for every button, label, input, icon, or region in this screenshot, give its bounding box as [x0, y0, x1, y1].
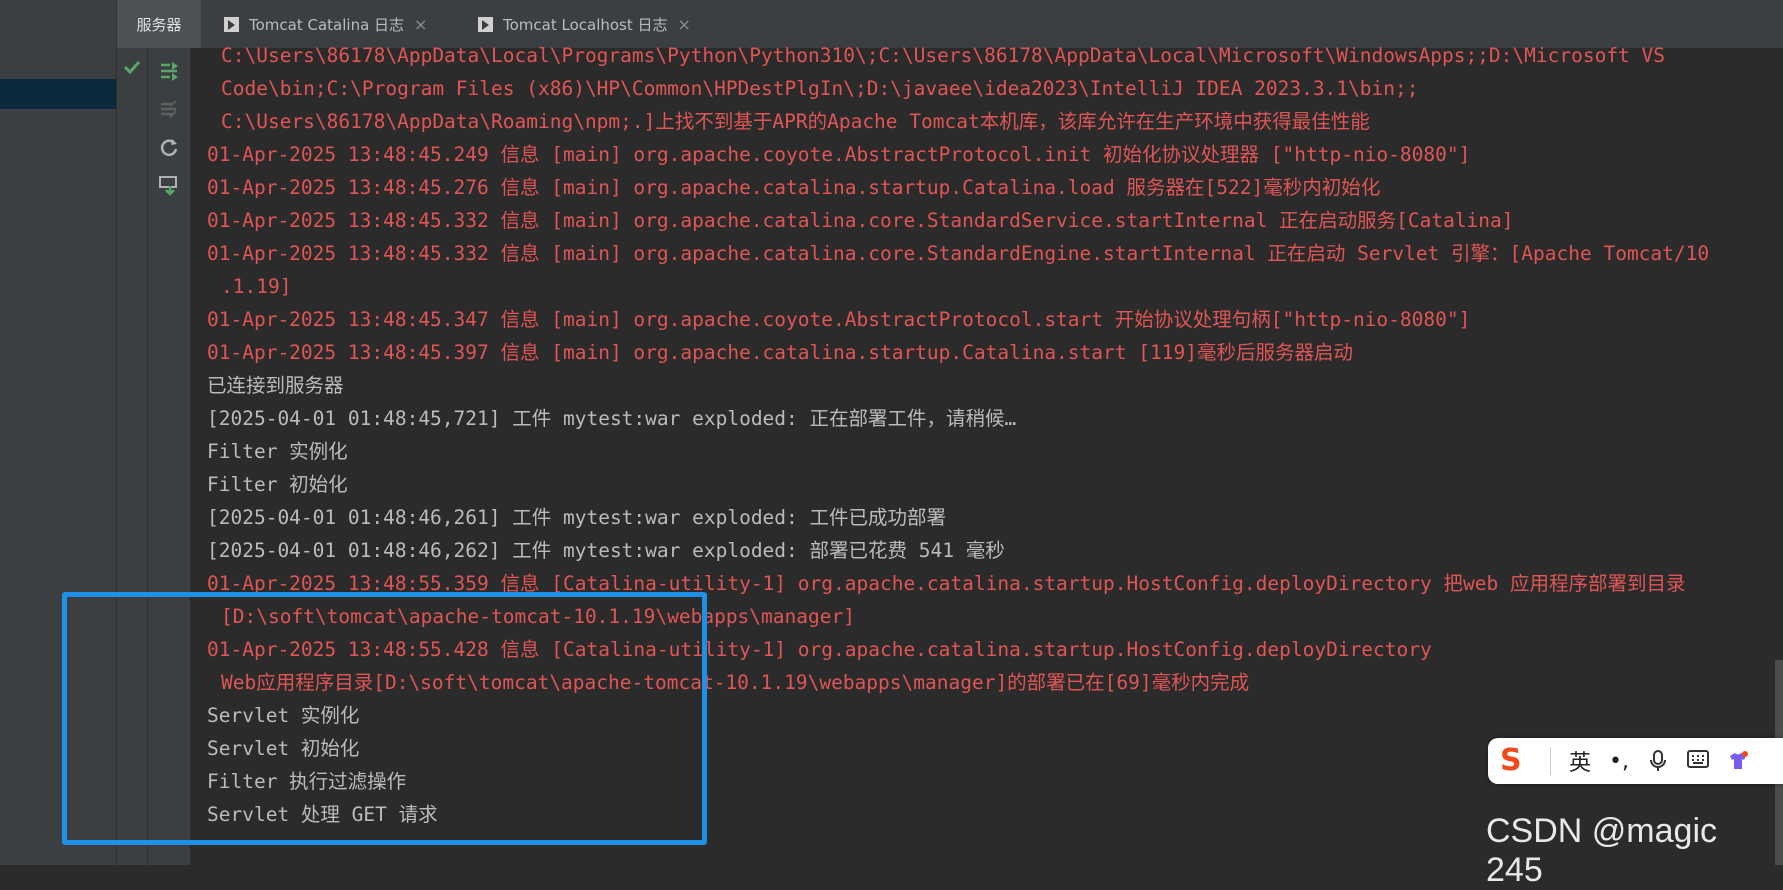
- tab-tomcat-catalina-log[interactable]: Tomcat Catalina 日志 ×: [224, 0, 427, 48]
- tab-server[interactable]: 服务器: [117, 0, 201, 48]
- console-line: Filter 实例化: [207, 440, 348, 463]
- skin-icon[interactable]: [1727, 750, 1749, 772]
- refresh-icon[interactable]: [158, 136, 180, 158]
- console-line: 已连接到服务器: [207, 374, 344, 397]
- console-icon: [478, 16, 493, 32]
- undeploy-icon[interactable]: [158, 98, 180, 120]
- tab-catalina-label: Tomcat Catalina 日志: [249, 15, 405, 34]
- tab-server-label: 服务器: [136, 15, 182, 34]
- services-tab-bar: 服务器 Tomcat Catalina 日志 × Tomcat Localhos…: [117, 0, 1783, 49]
- console-line: 01-Apr-2025 13:48:45.249 信息 [main] org.a…: [207, 143, 1471, 166]
- keyboard-icon[interactable]: [1687, 750, 1709, 772]
- console-line: 01-Apr-2025 13:48:45.347 信息 [main] org.a…: [207, 308, 1471, 331]
- redeploy-icon[interactable]: [158, 60, 180, 82]
- tab-localhost-label: Tomcat Localhost 日志: [503, 15, 668, 34]
- watermark-text: CSDN @magic 245: [1486, 812, 1717, 889]
- ime-toolbar: S 英 •,: [1488, 738, 1783, 784]
- console-line: C:\Users\86178\AppData\Roaming\npm;.]上找不…: [221, 110, 1370, 133]
- selected-project-row[interactable]: [0, 79, 116, 109]
- annotation-highlight-box: [62, 592, 707, 845]
- console-line: 01-Apr-2025 13:48:45.276 信息 [main] org.a…: [207, 176, 1381, 199]
- ime-language-toggle[interactable]: 英: [1569, 745, 1591, 777]
- console-line: [2025-04-01 01:48:45,721] 工件 mytest:war …: [207, 407, 1017, 430]
- ime-logo-icon[interactable]: S: [1500, 745, 1532, 777]
- console-line: Code\bin;C:\Program Files (x86)\HP\Commo…: [221, 77, 1419, 100]
- console-line: 01-Apr-2025 13:48:45.332 信息 [main] org.a…: [207, 242, 1710, 265]
- ime-punctuation-toggle[interactable]: •,: [1609, 749, 1629, 774]
- console-line: Filter 初始化: [207, 473, 348, 496]
- console-line: 01-Apr-2025 13:48:45.332 信息 [main] org.a…: [207, 209, 1514, 232]
- tab-tomcat-localhost-log[interactable]: Tomcat Localhost 日志 ×: [478, 0, 691, 48]
- console-line: C:\Users\86178\AppData\Local\Programs\Py…: [221, 44, 1666, 67]
- ime-separator: [1550, 747, 1551, 775]
- console-line: [2025-04-01 01:48:46,262] 工件 mytest:war …: [207, 539, 1005, 562]
- console-icon: [224, 16, 239, 32]
- deploy-icon[interactable]: [158, 174, 180, 196]
- console-line: [2025-04-01 01:48:46,261] 工件 mytest:war …: [207, 506, 947, 529]
- console-line: .1.19]: [221, 275, 292, 298]
- close-icon[interactable]: ×: [678, 15, 691, 34]
- check-icon: [121, 56, 143, 78]
- microphone-icon[interactable]: [1647, 750, 1669, 772]
- close-icon[interactable]: ×: [414, 15, 427, 34]
- console-line: 01-Apr-2025 13:48:45.397 信息 [main] org.a…: [207, 341, 1353, 364]
